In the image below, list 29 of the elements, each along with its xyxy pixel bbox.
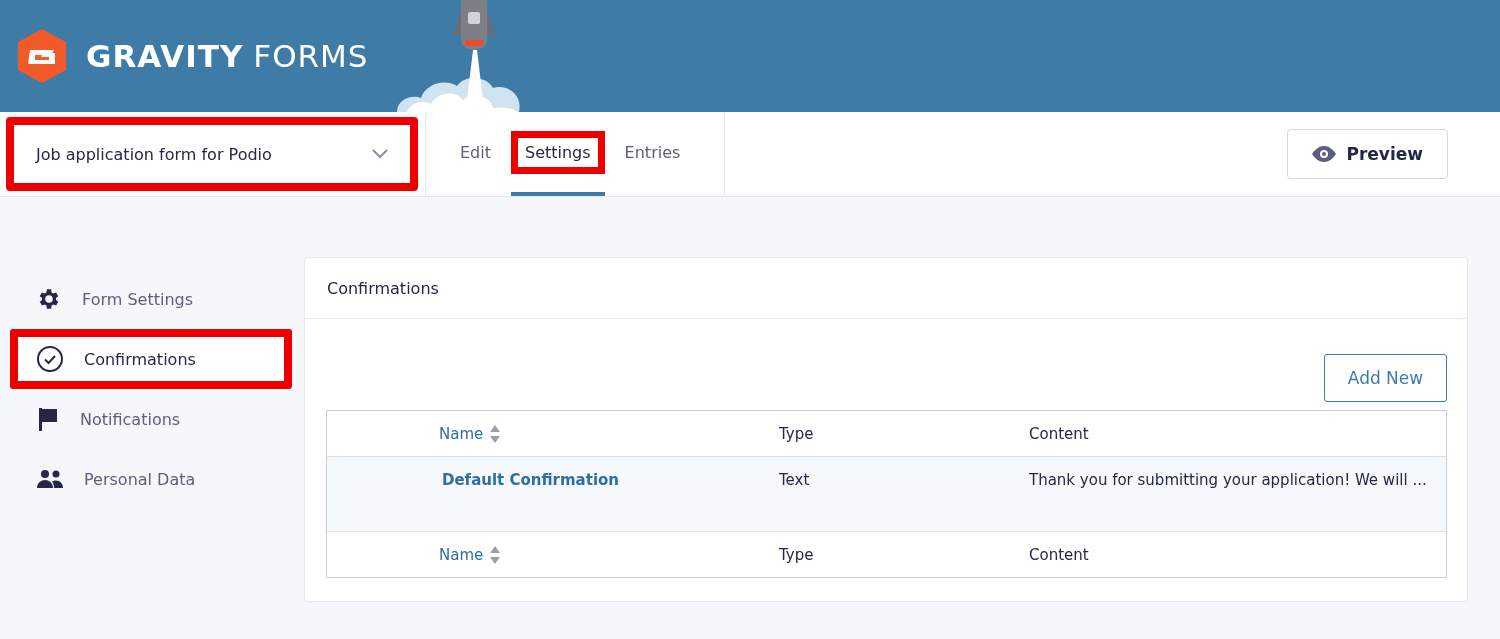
table-cell-text: Thank you for submitting your application! We will ... xyxy=(1029,471,1428,489)
column-header: Content xyxy=(1029,424,1090,443)
column-header: Content xyxy=(1029,545,1090,564)
column-header: Type xyxy=(779,424,815,443)
check-circle-icon xyxy=(36,345,64,373)
sort-icon xyxy=(489,544,502,565)
sidebar-item[interactable]: Personal Data xyxy=(10,449,292,509)
eye-icon xyxy=(1312,146,1337,162)
chevron-down-icon xyxy=(372,149,388,159)
people-icon xyxy=(36,469,64,489)
sidebar-item[interactable]: Notifications xyxy=(10,389,292,449)
logo-icon xyxy=(16,28,68,84)
sidebar-item[interactable]: Confirmations xyxy=(10,329,292,389)
confirmation-link[interactable]: Default Confirmation xyxy=(442,471,779,489)
nav-tab[interactable]: Entries xyxy=(610,112,695,196)
nav-tab[interactable]: Edit xyxy=(446,112,505,196)
flag-icon xyxy=(36,406,60,432)
form-selector[interactable]: Job application form for Podio xyxy=(6,117,418,191)
sort-icon xyxy=(489,423,502,444)
brand-name: GRAVITY FORMS xyxy=(86,38,369,74)
sortable-column-header[interactable]: Name xyxy=(439,423,502,444)
table-cell-text: Text xyxy=(779,471,811,489)
sidebar-item[interactable]: Form Settings xyxy=(10,269,292,329)
preview-button[interactable]: Preview xyxy=(1287,129,1448,179)
column-header: Type xyxy=(779,545,815,564)
sortable-column-header[interactable]: Name xyxy=(439,544,502,565)
nav-tab[interactable]: Settings xyxy=(511,112,605,196)
add-new-button[interactable]: Add New xyxy=(1324,354,1447,402)
panel-title: Confirmations xyxy=(327,278,439,298)
